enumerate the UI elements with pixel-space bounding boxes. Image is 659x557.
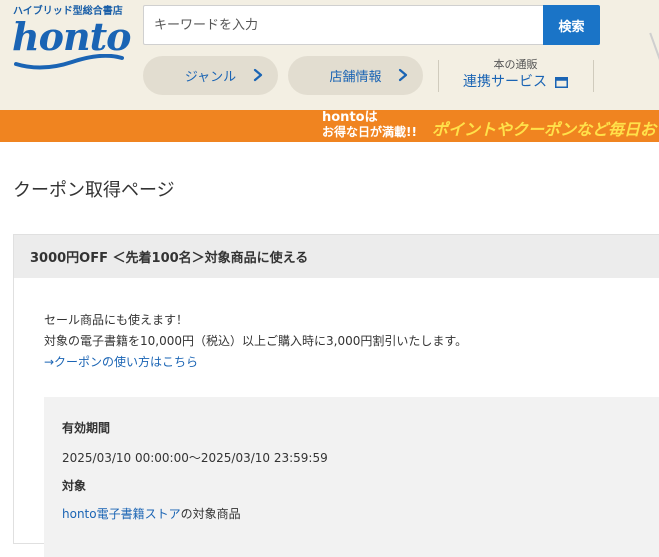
nav-genre-label: ジャンル <box>184 70 237 85</box>
linked-service-label: 連携サービス <box>463 74 547 90</box>
logo-swoosh-icon <box>14 54 124 70</box>
target-value: honto電子書籍ストアの対象商品 <box>62 505 241 522</box>
coupon-details: 有効期間 2025/03/10 00:00:00～2025/03/10 23:5… <box>44 397 659 557</box>
coupon-usage-link[interactable]: →クーポンの使い方はこちら <box>44 355 198 369</box>
nav-store-info-label: 店舗情報 <box>329 70 382 85</box>
nav-divider <box>593 60 594 92</box>
logo-text: honto <box>12 14 131 59</box>
validity-period-label: 有効期間 <box>62 421 111 435</box>
nav-store-info-button[interactable]: 店舗情報 <box>288 56 423 95</box>
validity-period-value: 2025/03/10 00:00:00～2025/03/10 23:59:59 <box>62 451 328 465</box>
coupon-title: 3000円OFF ＜先着100名＞対象商品に使える <box>14 235 659 278</box>
coupon-description: セール商品にも使えます！ 対象の電子書籍を10,000円（税込）以上ご購入時に3… <box>44 310 467 373</box>
coupon-card: 3000円OFF ＜先着100名＞対象商品に使える セール商品にも使えます！ 対… <box>13 234 659 557</box>
nav-genre-button[interactable]: ジャンル <box>143 56 278 95</box>
banner-line2: お得な日が満載!! <box>322 125 417 139</box>
linked-service-button[interactable]: 本の通販 連携サービス <box>438 58 593 94</box>
honto-logo[interactable]: honto <box>12 14 131 72</box>
banner-line1: hontoは <box>322 110 378 125</box>
target-suffix: の対象商品 <box>180 507 241 521</box>
search-button[interactable]: 検索 <box>543 5 600 45</box>
chevron-right-icon <box>253 68 263 82</box>
site-header: ハイブリッド型総合書店 honto 検索 ジャンル 店舗情報 本の通販 連携サー… <box>0 0 659 110</box>
coupon-desc-line1: セール商品にも使えます！ <box>44 313 189 327</box>
coupon-desc-line2: 対象の電子書籍を10,000円（税込）以上ご購入時に3,000円割引いたします。 <box>44 334 468 348</box>
banner-promo-text: ポイントやクーポンなど毎日お <box>432 120 657 139</box>
banner-heading: hontoは お得な日が満載!! <box>322 110 417 140</box>
linked-service-sublabel: 本の通販 <box>493 58 538 71</box>
promo-banner[interactable]: hontoは お得な日が満載!! ポイントやクーポンなど毎日お <box>0 110 659 142</box>
target-store-link[interactable]: honto電子書籍ストア <box>62 507 181 521</box>
chevron-right-icon <box>398 68 408 82</box>
edge-divider <box>649 32 659 66</box>
window-icon <box>555 76 568 88</box>
page-title: クーポン取得ページ <box>13 180 175 201</box>
search-input[interactable] <box>143 5 544 45</box>
target-label: 対象 <box>62 479 87 493</box>
